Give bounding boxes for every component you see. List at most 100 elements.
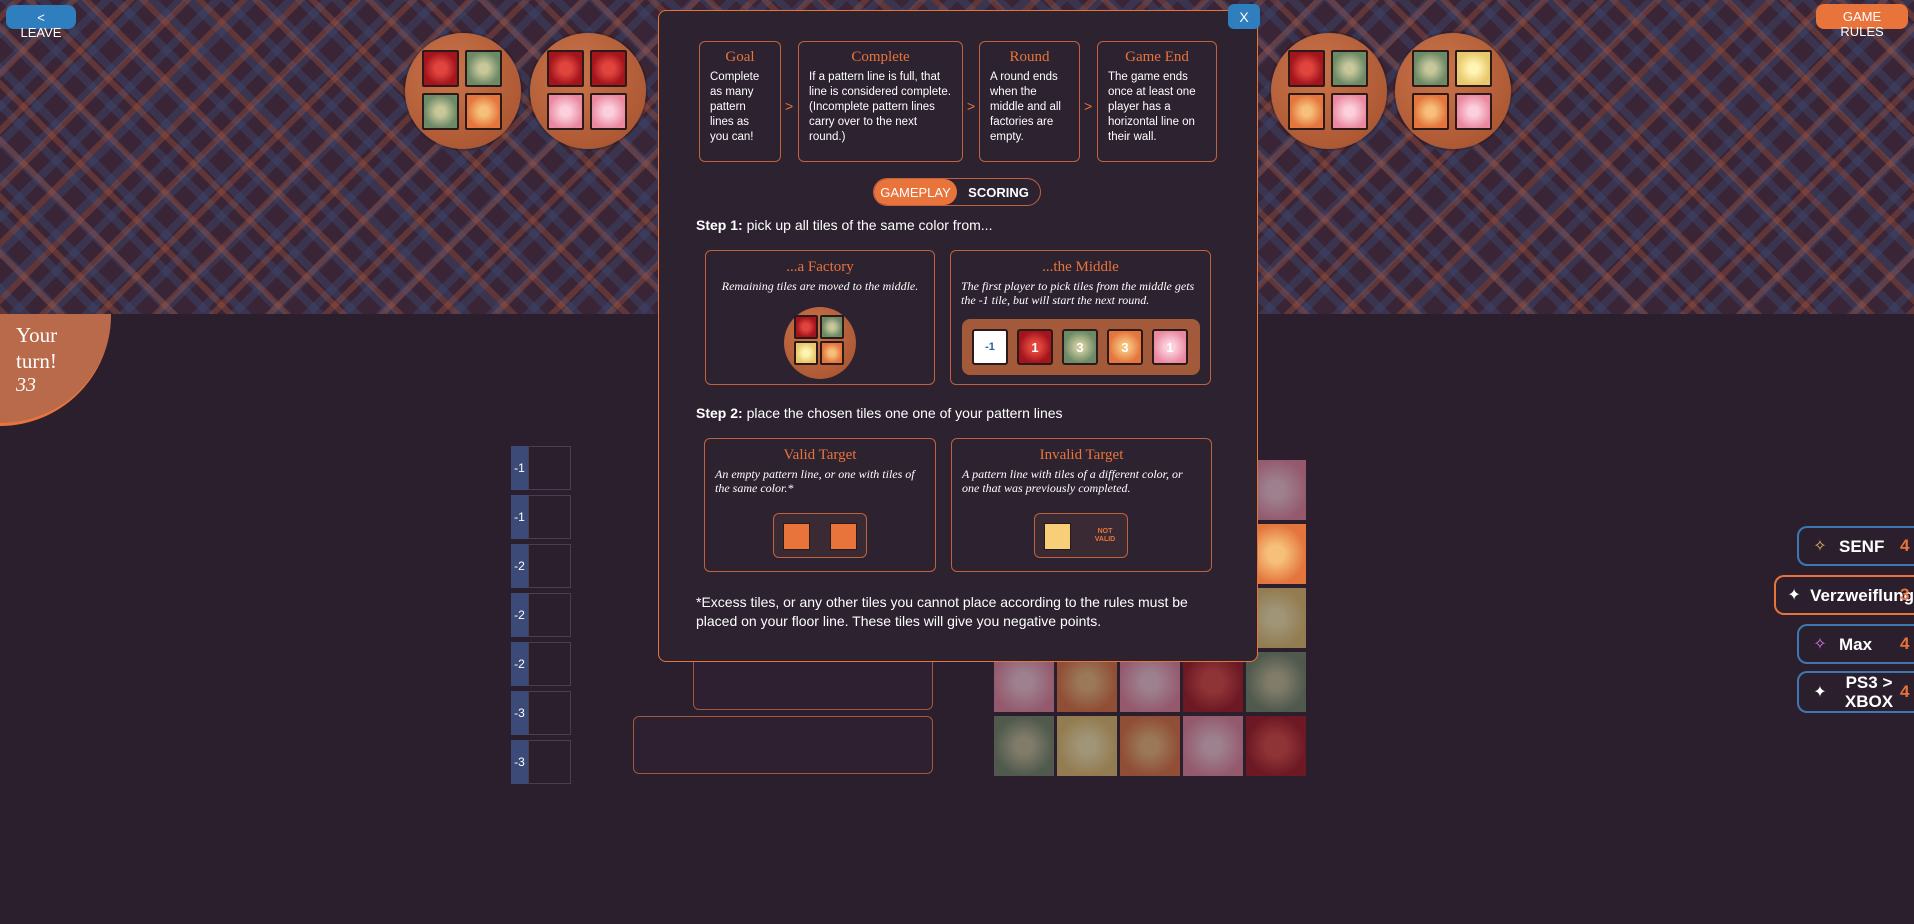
tile-green[interactable] (422, 93, 459, 130)
sparkle-icon: ✦ (1813, 684, 1827, 701)
step2-label: Step 2: (696, 405, 743, 421)
tile-yellow (1044, 523, 1071, 550)
card-title: ...a Factory (786, 259, 854, 275)
factory-2[interactable] (530, 33, 646, 149)
tile-green[interactable] (1412, 50, 1449, 87)
player-ps3-xbox[interactable]: ✦ PS3 > XBOX 4 (1797, 671, 1914, 713)
pattern-line-slot[interactable] (528, 691, 571, 735)
card-desc: Remaining tiles are moved to the middle. (721, 279, 919, 293)
card-title: Game End (1125, 49, 1189, 65)
invalid-target-card: Invalid Target A pattern line with tiles… (951, 438, 1212, 572)
pattern-line-slot[interactable] (528, 446, 571, 490)
pattern-line[interactable]: -2 (511, 593, 571, 637)
tile-pink[interactable] (547, 93, 584, 130)
leave-button[interactable]: < LEAVE (6, 5, 76, 40)
player-name: SENF (1839, 536, 1885, 556)
valid-example (773, 513, 867, 558)
player-score: 4 (1900, 634, 1910, 653)
valid-target-card: Valid Target An empty pattern line, or o… (704, 438, 936, 572)
step2-desc: place the chosen tiles one one of your p… (742, 405, 1063, 421)
pattern-line[interactable]: -2 (511, 544, 571, 588)
tile-green[interactable] (1331, 50, 1368, 87)
wall-tile (1120, 716, 1180, 776)
step1-text: Step 1: pick up all tiles of the same co… (696, 217, 992, 233)
tile-orange[interactable] (1412, 93, 1449, 130)
card-text: Complete as many pattern lines as you ca… (710, 71, 760, 143)
wall-tile (994, 716, 1054, 776)
pattern-line[interactable]: -1 (511, 495, 571, 539)
card-text: The game ends once at least one player h… (1108, 71, 1196, 143)
example-middle: -1 1 3 3 1 (962, 319, 1200, 375)
player-max[interactable]: ✧ Max 4 (1797, 624, 1914, 664)
sparkle-icon: ✧ (1813, 538, 1827, 555)
tile-green[interactable] (465, 50, 502, 87)
tile-red[interactable] (590, 50, 627, 87)
card-title: Complete (851, 49, 910, 65)
rules-tab-toggle[interactable]: GAMEPLAY SCORING (873, 178, 1041, 206)
player-verzweiflung[interactable]: ✦ Verzweiflung 3 (1774, 575, 1914, 615)
floor-line-upper[interactable] (693, 660, 933, 710)
pattern-line-slot[interactable] (528, 544, 571, 588)
tile-yellow[interactable] (1455, 50, 1492, 87)
tile-green (820, 315, 844, 339)
card-game-end: Game End The game ends once at least one… (1097, 41, 1217, 162)
game-rules-button[interactable]: GAME RULES (1816, 4, 1908, 39)
pattern-line-slot[interactable] (528, 740, 571, 784)
sparkle-icon: ✧ (1813, 636, 1827, 653)
pattern-line-slot[interactable] (528, 495, 571, 539)
first-player-tile: -1 (972, 329, 1008, 365)
tile-red[interactable] (422, 50, 459, 87)
turn-timer: 33 (16, 374, 36, 396)
close-button[interactable]: X (1228, 4, 1260, 29)
tab-scoring[interactable]: SCORING (957, 179, 1040, 205)
tile-pink[interactable] (1331, 93, 1368, 130)
tile-red[interactable] (1288, 50, 1325, 87)
tile-orange: 3 (1107, 329, 1143, 365)
tile-pink: 1 (1152, 329, 1188, 365)
player-senf[interactable]: ✧ SENF 4 (1797, 526, 1914, 566)
pattern-line-penalty: -2 (511, 593, 528, 637)
tab-gameplay[interactable]: GAMEPLAY (874, 179, 957, 205)
tile-red (794, 315, 818, 339)
wall-tile (1246, 652, 1306, 712)
tile-orange[interactable] (465, 93, 502, 130)
step2-text: Step 2: place the chosen tiles one one o… (696, 405, 1063, 421)
pattern-line-slot[interactable] (528, 642, 571, 686)
factory-1[interactable] (405, 33, 521, 149)
middle-card: ...the Middle The first player to pick t… (950, 250, 1211, 385)
factory-7[interactable] (1395, 33, 1511, 149)
tile-red[interactable] (547, 50, 584, 87)
tile-orange[interactable] (1288, 93, 1325, 130)
factory-6[interactable] (1271, 33, 1387, 149)
pattern-line-penalty: -2 (511, 642, 528, 686)
card-title: ...the Middle (1042, 259, 1119, 275)
pattern-line[interactable]: -3 (511, 691, 571, 735)
card-round: Round A round ends when the middle and a… (979, 41, 1080, 162)
player-name: Max (1839, 634, 1873, 654)
pattern-line[interactable]: -2 (511, 642, 571, 686)
player-score: 4 (1900, 682, 1910, 701)
arrow-icon: > (967, 98, 976, 114)
pattern-line[interactable]: -1 (511, 446, 571, 490)
footnote: *Excess tiles, or any other tiles you ca… (696, 594, 1188, 629)
card-goal: Goal Complete as many pattern lines as y… (699, 41, 781, 162)
sparkle-icon: ✦ (1787, 587, 1801, 604)
tile-pink[interactable] (1455, 93, 1492, 130)
step1-label: Step 1: (696, 217, 743, 233)
pattern-line[interactable]: -3 (511, 740, 571, 784)
arrow-icon: > (785, 98, 794, 114)
tile-orange (820, 341, 844, 365)
pattern-line-penalty: -3 (511, 691, 528, 735)
pattern-line-slot[interactable] (528, 593, 571, 637)
floor-line[interactable] (633, 716, 933, 774)
tile-orange (830, 523, 857, 550)
card-title: Valid Target (783, 447, 857, 463)
turn-indicator: Your turn! 33 (0, 314, 111, 426)
card-desc: The first player to pick tiles from the … (961, 279, 1195, 307)
card-text: A round ends when the middle and all fac… (990, 71, 1061, 143)
tile-yellow (794, 341, 818, 365)
card-desc: An empty pattern line, or one with tiles… (715, 467, 915, 495)
tile-pink[interactable] (590, 93, 627, 130)
step1-desc: pick up all tiles of the same color from… (742, 217, 993, 233)
card-complete: Complete If a pattern line is full, that… (798, 41, 963, 162)
